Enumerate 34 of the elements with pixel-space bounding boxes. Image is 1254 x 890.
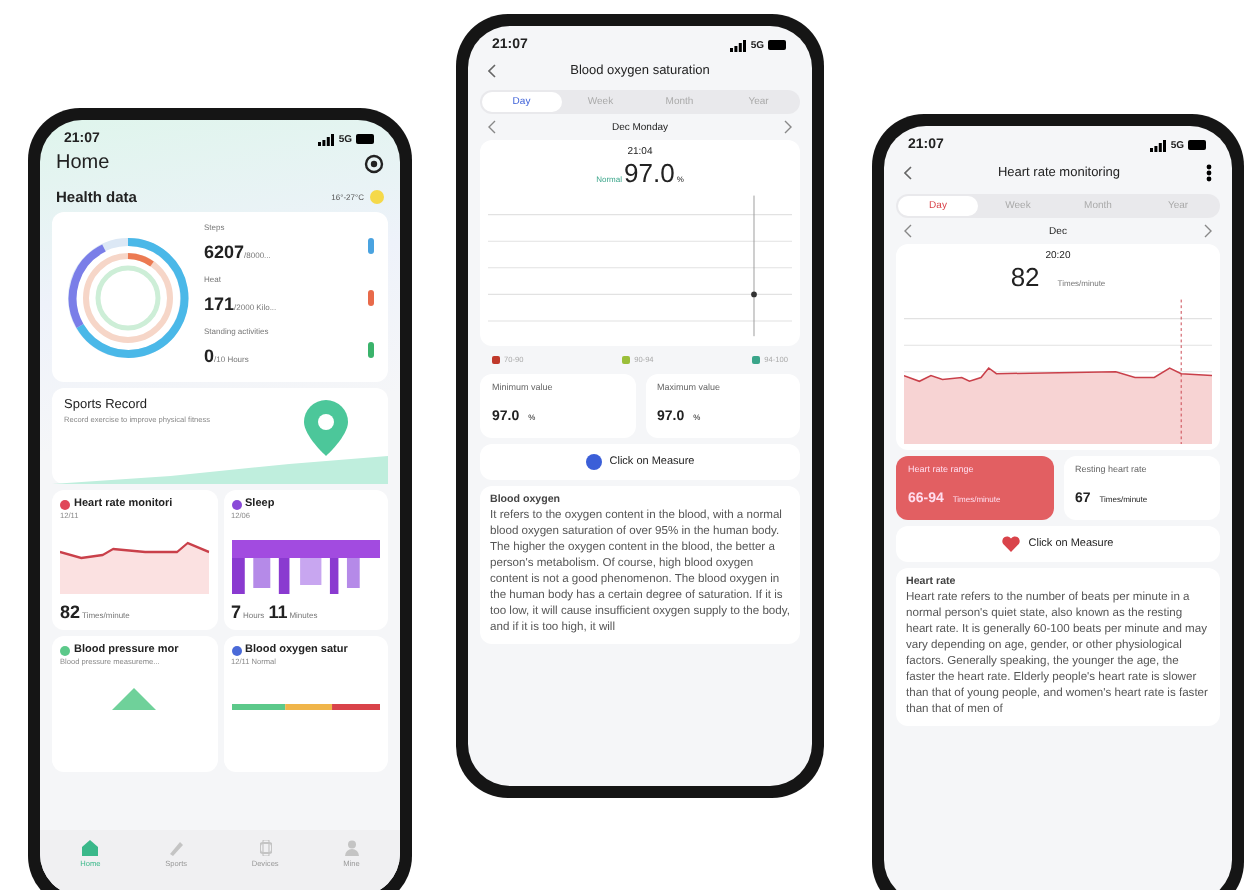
dot-icon — [60, 645, 70, 655]
reading-value: 82 — [60, 602, 81, 622]
more-icon[interactable] — [1206, 164, 1212, 182]
chevron-left-icon[interactable] — [488, 120, 496, 134]
battery-icon — [356, 134, 376, 144]
back-icon[interactable] — [904, 166, 912, 180]
sun-icon — [370, 190, 384, 204]
metric-value: 6207 — [204, 242, 245, 262]
reading-value: 11 — [268, 602, 288, 622]
chevron-right-icon[interactable] — [783, 120, 792, 134]
signal-icon — [730, 39, 747, 51]
reading-value: 82 — [1010, 262, 1040, 292]
signal-icon — [1150, 139, 1167, 151]
reading-value: 97.0 — [624, 158, 675, 188]
metric-value: 171 — [204, 294, 235, 314]
signal-icon — [318, 133, 335, 145]
back-icon[interactable] — [488, 64, 496, 78]
heart-icon — [1002, 536, 1021, 552]
battery-icon — [1188, 140, 1208, 150]
metric-value: 0 — [204, 346, 215, 366]
screen-title: Home — [56, 152, 110, 174]
chevron-left-icon[interactable] — [904, 224, 912, 238]
pressure-peak-drawing — [112, 688, 157, 710]
battery-icon — [768, 40, 788, 50]
activity-rings-drawing — [64, 233, 192, 361]
pencil-icon — [168, 840, 185, 856]
moon-icon — [231, 499, 241, 509]
chevron-right-icon[interactable] — [1204, 224, 1212, 238]
map-pin-icon — [304, 400, 348, 456]
watch-icon — [259, 840, 272, 856]
home-icon — [82, 840, 99, 856]
dot-icon — [585, 454, 602, 470]
dot-icon — [231, 645, 241, 655]
reading-value: 7 — [231, 602, 242, 622]
